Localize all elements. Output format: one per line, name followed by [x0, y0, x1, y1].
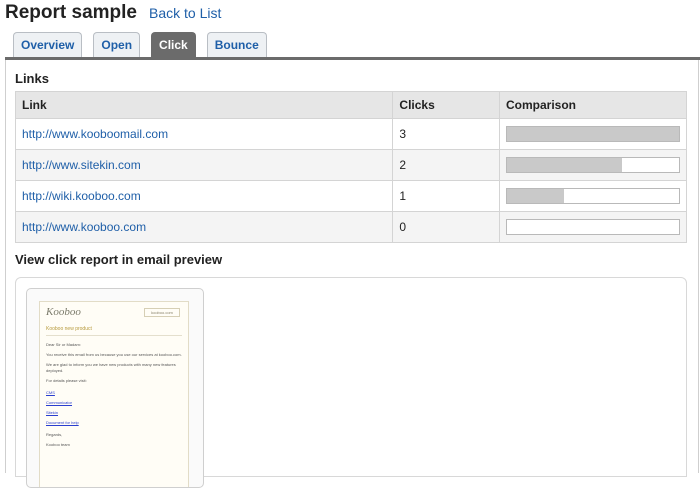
- link-url[interactable]: http://www.sitekin.com: [22, 158, 141, 172]
- comparison-cell: [499, 149, 687, 181]
- comparison-cell: [499, 211, 687, 243]
- comparison-bar: [506, 188, 680, 204]
- tab-click[interactable]: Click: [151, 32, 196, 58]
- email-divider: [46, 335, 182, 336]
- email-closing-line: Kooboo team: [46, 442, 70, 447]
- tab-overview[interactable]: Overview: [13, 32, 83, 58]
- comparison-cell: [499, 180, 687, 212]
- email-closing-line: Regards,: [46, 432, 63, 437]
- email-preview-thumbnail[interactable]: Kooboo kooboo.com Kooboo new product Dea…: [26, 288, 204, 488]
- page-title: Report sample: [5, 2, 137, 23]
- email-link: Document for help: [46, 420, 79, 425]
- comparison-bar: [506, 126, 680, 142]
- link-url[interactable]: http://www.kooboo.com: [22, 220, 146, 234]
- link-url[interactable]: http://www.kooboomail.com: [22, 127, 168, 141]
- comparison-bar-fill: [507, 158, 622, 172]
- link-cell: http://wiki.kooboo.com: [14, 180, 394, 212]
- email-text-line: Dear Sir or Madam:: [46, 342, 81, 347]
- links-section-title: Links: [15, 71, 49, 86]
- email-text-line: deployed.: [46, 368, 64, 373]
- comparison-bar: [506, 157, 680, 173]
- clicks-cell: 1: [392, 180, 500, 212]
- email-text-line: For details please visit:: [46, 378, 87, 383]
- clicks-cell: 3: [392, 118, 500, 150]
- table-row: http://www.kooboo.com 0: [14, 211, 687, 243]
- page-header: Report sample Back to List: [5, 0, 221, 28]
- table-row: http://www.kooboomail.com 3: [14, 118, 687, 150]
- email-text-line: You receive this email from us because y…: [46, 352, 182, 357]
- links-table: Link Clicks Comparison http://www.kooboo…: [14, 91, 687, 243]
- email-link: CMS: [46, 390, 55, 395]
- comparison-cell: [499, 118, 687, 150]
- comparison-bar-fill: [507, 127, 679, 141]
- preview-section-title: View click report in email preview: [15, 252, 223, 267]
- table-row: http://www.sitekin.com 2: [14, 149, 687, 181]
- email-header-button: kooboo.com: [144, 308, 180, 317]
- email-preview-page: Kooboo kooboo.com Kooboo new product Dea…: [39, 301, 189, 487]
- tab-open[interactable]: Open: [93, 32, 141, 58]
- email-logo: Kooboo: [46, 306, 81, 318]
- link-cell: http://www.kooboomail.com: [14, 118, 394, 150]
- email-heading: Kooboo new product: [46, 326, 92, 332]
- table-row: http://wiki.kooboo.com 1: [14, 180, 687, 212]
- tab-bounce[interactable]: Bounce: [206, 32, 267, 58]
- email-link: Sitekin: [46, 410, 59, 415]
- comparison-bar: [506, 219, 680, 235]
- link-cell: http://www.kooboo.com: [14, 211, 394, 243]
- column-header-comparison: Comparison: [499, 91, 687, 119]
- clicks-cell: 2: [392, 149, 500, 181]
- comparison-bar-fill: [507, 189, 565, 203]
- report-tabs: Overview Open Click Bounce: [13, 32, 278, 58]
- table-header-row: Link Clicks Comparison: [14, 91, 687, 119]
- link-cell: http://www.sitekin.com: [14, 149, 394, 181]
- email-text-line: We are glad to inform you we have new pr…: [46, 362, 176, 367]
- link-url[interactable]: http://wiki.kooboo.com: [22, 189, 141, 203]
- email-preview-box: Kooboo kooboo.com Kooboo new product Dea…: [15, 277, 687, 488]
- column-header-clicks: Clicks: [392, 91, 500, 119]
- email-link: Communicator: [46, 400, 73, 405]
- clicks-cell: 0: [392, 211, 500, 243]
- column-header-link: Link: [14, 91, 394, 119]
- back-to-list-link[interactable]: Back to List: [149, 5, 221, 21]
